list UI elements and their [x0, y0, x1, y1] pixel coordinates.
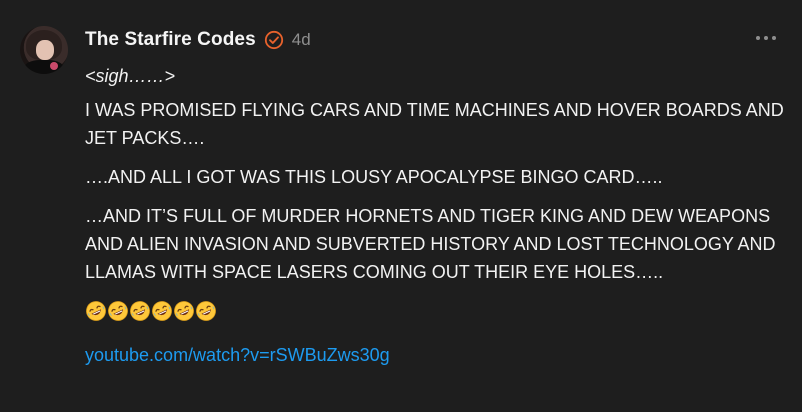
rolling-on-floor-laughing-icon	[107, 300, 129, 322]
more-horizontal-icon-dot	[772, 36, 776, 40]
post-timestamp[interactable]: 4d	[292, 30, 311, 50]
more-horizontal-icon-dot	[756, 36, 760, 40]
youtube-link[interactable]: youtube.com/watch?v=rSWBuZws30g	[85, 341, 390, 369]
avatar[interactable]	[20, 26, 68, 74]
emoji-row	[85, 297, 785, 325]
more-options-button[interactable]	[756, 30, 776, 46]
rolling-on-floor-laughing-icon	[85, 300, 107, 322]
post-header: The Starfire Codes 4d	[85, 28, 311, 52]
avatar-accent	[50, 62, 58, 70]
verified-check-icon	[264, 30, 284, 50]
post-body: <sigh……> I WAS PROMISED FLYING CARS AND …	[85, 62, 785, 369]
author-name[interactable]: The Starfire Codes	[85, 29, 256, 51]
avatar-face	[36, 40, 54, 60]
rolling-on-floor-laughing-icon	[195, 300, 217, 322]
post: The Starfire Codes 4d <sigh……> I WAS PRO…	[0, 0, 802, 412]
avatar-body	[24, 60, 64, 74]
post-intro: <sigh……>	[85, 66, 176, 86]
post-paragraph: I WAS PROMISED FLYING CARS AND TIME MACH…	[85, 100, 784, 148]
more-horizontal-icon-dot	[764, 36, 768, 40]
post-paragraph: ….AND ALL I GOT WAS THIS LOUSY APOCALYPS…	[85, 167, 663, 187]
rolling-on-floor-laughing-icon	[129, 300, 151, 322]
post-paragraph: …AND IT’S FULL OF MURDER HORNETS AND TIG…	[85, 206, 776, 282]
rolling-on-floor-laughing-icon	[151, 300, 173, 322]
rolling-on-floor-laughing-icon	[173, 300, 195, 322]
